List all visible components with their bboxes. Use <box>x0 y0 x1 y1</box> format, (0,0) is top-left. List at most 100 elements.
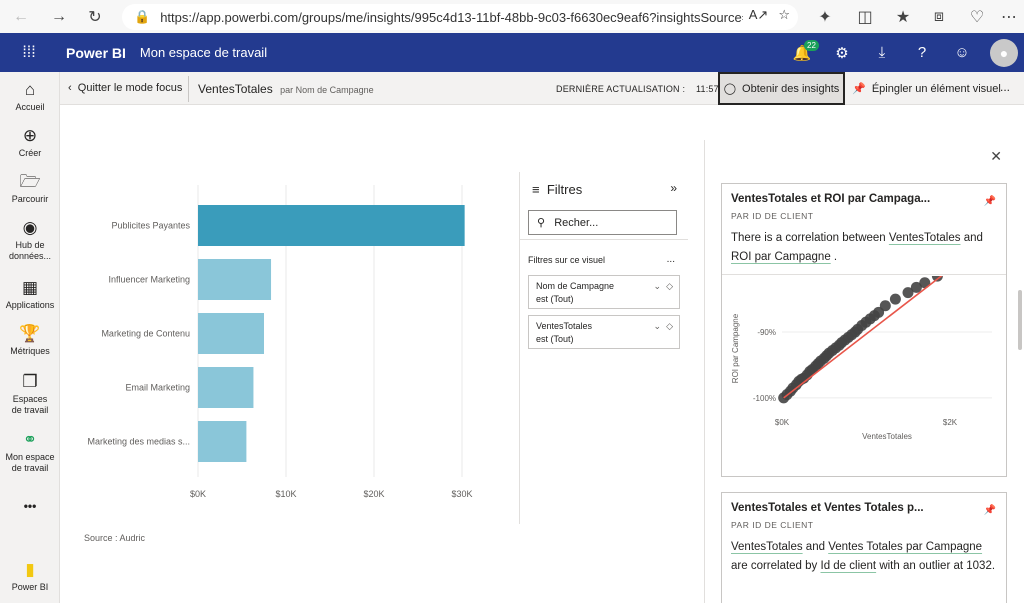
split-screen-icon[interactable]: ◫ <box>852 4 878 30</box>
extensions-icon[interactable]: ✦ <box>812 4 838 30</box>
download-icon[interactable]: ⤓ <box>862 44 902 61</box>
x-tick-label: $20K <box>363 489 384 499</box>
back-arrow-icon[interactable]: ← <box>8 4 34 30</box>
filter-card[interactable]: VentesTotales est (Tout) ⌄ ◇ <box>528 315 680 349</box>
left-nav: ⌂ Accueil ⊕ Créer 🗁 Parcourir ◉ Hub de d… <box>0 72 60 603</box>
y-tick-label: -100% <box>753 394 776 403</box>
insight-card[interactable]: VentesTotales et Ventes Totales p... PAR… <box>721 492 1007 603</box>
filters-section-label: Filtres sur ce visuel <box>528 255 606 265</box>
sidebar-item-my-workspace[interactable]: ⚭ Mon espace de travail <box>0 430 60 474</box>
x-axis-label: VentesTotales <box>862 432 912 441</box>
avatar[interactable]: ● <box>990 38 1018 67</box>
x-tick-label: $10K <box>275 489 296 499</box>
chevron-down-icon[interactable]: ⌄ <box>654 281 662 291</box>
sidebar-item-workspaces[interactable]: ❐ Espaces de travail <box>0 372 60 416</box>
workspace-name[interactable]: Mon espace de travail <box>140 45 267 60</box>
read-aloud-icon[interactable]: A↗ <box>749 7 769 23</box>
scatter-point <box>889 293 901 305</box>
last-refresh-label: DERNIÈRE ACTUALISATION : <box>556 84 686 94</box>
insight-term: VentesTotales <box>731 541 803 553</box>
data-hub-icon: ◉ <box>22 218 38 237</box>
toolbar-divider <box>188 76 189 102</box>
sidebar-item-data-hub[interactable]: ◉ Hub de données... <box>0 218 60 262</box>
sidebar-item-more[interactable]: ••• <box>0 496 60 516</box>
pin-icon[interactable]: 📌 <box>984 196 996 207</box>
bar <box>198 367 254 408</box>
filter-search-input[interactable]: ⚲ Recher... <box>528 210 677 235</box>
insight-text: with an outlier at 1032. <box>876 560 996 572</box>
forward-arrow-icon[interactable]: → <box>46 4 72 30</box>
insight-text: There is a correlation between <box>731 232 889 244</box>
x-tick-label: $0K <box>775 418 790 427</box>
insight-text: and <box>802 541 829 553</box>
filter-value: est (Tout) <box>536 294 574 304</box>
sidebar-item-home[interactable]: ⌂ Accueil <box>0 80 60 113</box>
browser-essentials-icon[interactable]: ♡ <box>964 4 990 30</box>
apps-icon: ▦ <box>21 278 39 297</box>
app-header: ⁞⁞⁞ Power BI Mon espace de travail 🔔 22 ⚙… <box>0 33 1024 72</box>
scatter-chart: -90% -100% $0K $2K VentesTotales ROI par Camp… <box>731 276 992 441</box>
insight-term: ROI par Campagne <box>731 251 831 263</box>
sidebar-item-metrics[interactable]: 🏆 Métriques <box>0 324 60 357</box>
visual-title: VentesTotales par Nom de Campagne <box>198 82 374 96</box>
home-icon: ⌂ <box>24 80 36 99</box>
filter-field: Nom de Campagne <box>536 281 615 291</box>
get-insights-button[interactable]: ◯ Obtenir des insights <box>718 72 845 105</box>
focus-toolbar: ‹ Quitter le mode focus VentesTotales pa… <box>60 72 1024 105</box>
filters-title: Filtres <box>546 182 583 197</box>
brand-name[interactable]: Power BI <box>66 45 126 61</box>
chevron-down-icon[interactable]: ⌄ <box>654 321 662 331</box>
y-tick-label: -90% <box>757 328 776 337</box>
favorites-icon[interactable]: ★ <box>890 4 916 30</box>
insight-term: VentesTotales <box>888 232 961 244</box>
category-label: Influencer Marketing <box>108 275 190 285</box>
close-icon[interactable]: ✕ <box>990 148 1002 165</box>
browser-menu-icon[interactable]: ⋯ <box>996 4 1022 30</box>
feedback-icon[interactable]: ☺ <box>942 44 982 61</box>
scrollbar-thumb[interactable] <box>1018 290 1022 350</box>
insight-term: Ventes Totales par Campagne <box>828 541 983 553</box>
notifications-icon[interactable]: 🔔 22 <box>782 39 822 62</box>
eraser-icon[interactable]: ◇ <box>666 321 673 331</box>
insight-description: There is a correlation between VentesTot… <box>731 229 1001 267</box>
workspaces-icon: ❐ <box>22 372 38 391</box>
sidebar-item-apps[interactable]: ▦ Applications <box>0 278 60 311</box>
insight-card[interactable]: VentesTotales et ROI par Campaga... PAR … <box>721 183 1007 477</box>
filter-card[interactable]: Nom de Campagne est (Tout) ⌄ ◇ <box>528 275 680 309</box>
get-insights-label: Obtenir des insights <box>742 82 840 95</box>
category-label: Marketing des medias s... <box>87 437 190 447</box>
settings-icon[interactable]: ⚙ <box>822 44 862 62</box>
eraser-icon[interactable]: ◇ <box>666 281 673 291</box>
collapse-filters-icon[interactable]: » <box>670 181 677 195</box>
bar <box>198 421 247 462</box>
bar <box>198 205 465 246</box>
pin-visual-button[interactable]: 📌 Épingler un élément visuel <box>852 82 1001 95</box>
insight-text: and <box>960 232 983 244</box>
help-icon[interactable]: ? <box>902 44 942 61</box>
collections-icon[interactable]: ⧈ <box>926 4 952 30</box>
address-bar[interactable]: 🔒 https://app.powerbi.com/groups/me/insi… <box>122 4 798 30</box>
filters-header: ≡ Filtres <box>532 182 582 197</box>
sidebar-item-powerbi[interactable]: ▮ Power BI <box>0 560 60 593</box>
favorite-star-icon[interactable]: ☆ <box>778 7 790 23</box>
trophy-icon: 🏆 <box>19 324 41 343</box>
folder-icon: 🗁 <box>19 172 41 191</box>
visual-subtitle: par Nom de Campagne <box>280 85 374 95</box>
sidebar-item-create[interactable]: ⊕ Créer <box>0 126 60 159</box>
toolbar-more-button[interactable]: ... <box>1000 80 1010 94</box>
filters-divider <box>520 239 688 240</box>
pin-visual-label: Épingler un élément visuel <box>871 83 1001 95</box>
category-label: Email Marketing <box>125 383 190 393</box>
filters-section-more[interactable]: ... <box>667 254 675 265</box>
sidebar-item-browse[interactable]: 🗁 Parcourir <box>0 172 60 205</box>
reload-icon[interactable]: ↻ <box>82 4 108 30</box>
lightbulb-icon: ◯ <box>723 83 737 95</box>
exit-focus-button[interactable]: ‹ Quitter le mode focus <box>68 82 182 94</box>
sidebar-item-label: Hub de données... <box>8 240 52 261</box>
trend-line <box>783 276 943 399</box>
search-icon: ⚲ <box>537 217 546 229</box>
pin-icon[interactable]: 📌 <box>984 505 996 516</box>
category-label: Marketing de Contenu <box>101 329 190 339</box>
app-launcher-icon[interactable]: ⁞⁞⁞ <box>0 44 58 62</box>
search-placeholder: Recher... <box>554 217 599 229</box>
